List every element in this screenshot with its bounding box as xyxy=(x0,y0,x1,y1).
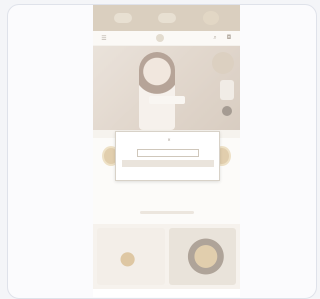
accept-button[interactable] xyxy=(121,160,214,167)
cookie-consent-dialog: × xyxy=(115,131,220,181)
dialog-header: × xyxy=(164,137,170,142)
reject-button[interactable] xyxy=(136,149,199,157)
mobile-page: ☰ ⌕ ◘ × xyxy=(93,5,240,297)
close-icon[interactable]: × xyxy=(167,137,170,142)
